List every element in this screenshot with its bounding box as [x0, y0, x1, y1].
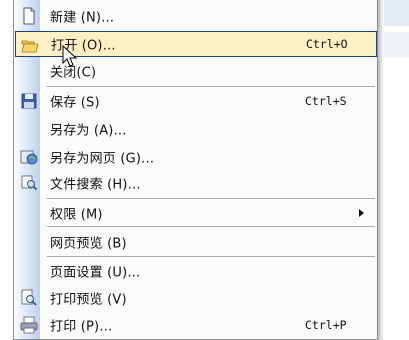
menu-item-shortcut: Ctrl+O — [306, 37, 348, 51]
menu-item-label: 打开 (O)... — [51, 38, 116, 54]
background-window-strip — [384, 0, 409, 26]
menu-item-label: 文件搜索 (H)... — [50, 177, 141, 193]
open-folder-icon — [21, 40, 39, 53]
menu-item-file-search[interactable]: 文件搜索 (H)... — [15, 170, 377, 196]
background-window-strip — [384, 32, 409, 58]
menu-item-label: 新建 (N)... — [50, 10, 115, 26]
menu-item-print-preview[interactable]: 打印预览 (V) — [15, 285, 377, 311]
print-icon — [20, 316, 38, 334]
menu-item-save-as-web-page[interactable]: 另存为网页 (G)... — [15, 144, 377, 170]
menu-item-label: 打印 (P)... — [50, 319, 113, 335]
new-document-icon — [23, 7, 35, 25]
menu-item-label: 另存为 (A)... — [50, 123, 127, 139]
file-search-icon — [21, 175, 38, 191]
menu-item-label: 网页预览 (B) — [50, 236, 127, 252]
menu-item-save-as[interactable]: 另存为 (A)... — [15, 116, 377, 142]
menu-item-label: 保存 (S) — [50, 95, 100, 111]
menu-item-shortcut: Ctrl+P — [305, 318, 347, 332]
menu-item-label: 打印预览 (V) — [50, 292, 127, 308]
mouse-cursor-icon — [62, 45, 78, 67]
save-floppy-icon — [21, 93, 37, 109]
menu-item-label: 权限 (M) — [50, 207, 103, 223]
menu-item-permission[interactable]: 权限 (M) — [15, 200, 377, 226]
menu-item-label: 另存为网页 (G)... — [50, 151, 155, 167]
menu-item-shortcut: Ctrl+S — [305, 94, 347, 108]
menu-item-print[interactable]: 打印 (P)... Ctrl+P — [15, 312, 377, 338]
submenu-arrow-icon — [359, 209, 364, 217]
menu-item-save[interactable]: 保存 (S) Ctrl+S — [15, 88, 377, 114]
menu-separator — [47, 226, 375, 228]
menu-item-page-setup[interactable]: 页面设置 (U)... — [15, 258, 377, 284]
menu-item-new[interactable]: 新建 (N)... — [15, 3, 377, 29]
web-page-icon — [20, 150, 38, 165]
menu-item-web-page-preview[interactable]: 网页预览 (B) — [15, 229, 377, 255]
menu-item-label: 页面设置 (U)... — [50, 265, 141, 281]
print-preview-icon — [21, 289, 37, 306]
